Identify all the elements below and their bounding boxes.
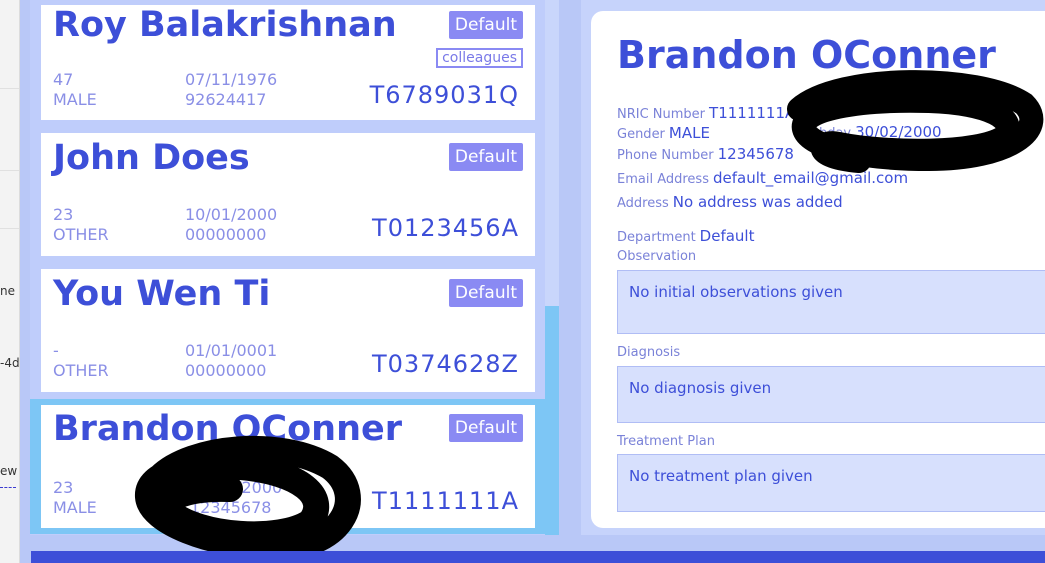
- patient-birthday: 07/11/1976: [185, 70, 278, 89]
- gender-value: MALE: [668, 124, 710, 142]
- redaction-scribble: [787, 70, 1044, 173]
- phone-label: Phone Number: [617, 148, 714, 163]
- detail-panel: Brandon OConner NRIC Number T1111111A Gen…: [581, 0, 1045, 535]
- dashed-link-underline: [0, 487, 16, 488]
- patient-name: You Wen Ti: [53, 274, 271, 314]
- observation-field[interactable]: No initial observations given: [617, 270, 1045, 334]
- patient-age: 23: [53, 478, 74, 497]
- scrollbar-thumb[interactable]: [545, 306, 559, 535]
- department-button[interactable]: Default: [448, 414, 523, 442]
- patient-gender: MALE: [53, 90, 97, 109]
- patient-detail-card: Brandon OConner NRIC Number T1111111A Gen…: [591, 11, 1045, 528]
- patient-name: John Does: [53, 138, 250, 178]
- app-window: Roy Balakrishnan Default colleagues 47 M…: [20, 0, 1045, 563]
- patient-birthday: 10/01/2000: [185, 205, 278, 224]
- patient-age: 23: [53, 205, 74, 224]
- background-text: -4d: [0, 356, 20, 370]
- patient-card[interactable]: Roy Balakrishnan Default colleagues 47 M…: [41, 5, 535, 120]
- patient-name: Roy Balakrishnan: [53, 5, 397, 45]
- address-value: No address was added: [672, 193, 843, 211]
- gender-row: Gender MALE: [617, 123, 710, 142]
- phone-row: Phone Number 12345678: [617, 144, 794, 163]
- nric-row: NRIC Number T1111111A: [617, 103, 795, 122]
- patient-gender: OTHER: [53, 225, 109, 244]
- department-value: Default: [699, 227, 755, 245]
- patient-card-selected[interactable]: Brandon OConner Default 23 MALE 29/02/20…: [30, 399, 545, 557]
- patient-card[interactable]: You Wen Ti Default - OTHER 01/01/0001 00…: [41, 269, 535, 392]
- patient-card[interactable]: John Does Default 23 OTHER 10/01/2000 00…: [41, 133, 535, 256]
- diagnosis-field[interactable]: No diagnosis given: [617, 366, 1045, 423]
- department-button[interactable]: Default: [448, 143, 523, 171]
- observation-label: Observation: [617, 249, 697, 264]
- divider: [0, 170, 19, 171]
- diagnosis-label: Diagnosis: [617, 345, 681, 360]
- address-row: Address No address was added: [617, 192, 843, 211]
- patient-phone: 00000000: [185, 361, 267, 380]
- patient-nric: T1111111A: [372, 487, 519, 515]
- status-bar: [31, 551, 1045, 563]
- address-label: Address: [617, 196, 669, 211]
- gender-label: Gender: [617, 127, 665, 142]
- background-text: ne c: [0, 284, 19, 298]
- redaction-scribble: [135, 435, 361, 557]
- patient-nric: T0374628Z: [372, 350, 519, 378]
- background-window: ne c -4d ew: [0, 0, 20, 563]
- divider: [0, 88, 19, 89]
- treatment-plan-field[interactable]: No treatment plan given: [617, 454, 1045, 512]
- patient-gender: MALE: [53, 498, 97, 517]
- treatment-plan-label: Treatment Plan: [617, 434, 715, 449]
- email-label: Email Address: [617, 172, 709, 187]
- nric-label: NRIC Number: [617, 107, 706, 122]
- patient-nric: T0123456A: [372, 214, 519, 242]
- patient-gender: OTHER: [53, 361, 109, 380]
- department-button[interactable]: Default: [448, 279, 523, 307]
- patient-phone: 00000000: [185, 225, 267, 244]
- department-button[interactable]: Default: [448, 11, 523, 39]
- patient-list[interactable]: Roy Balakrishnan Default colleagues 47 M…: [30, 0, 555, 557]
- department-row: Department Default: [617, 226, 754, 245]
- patient-age: 47: [53, 70, 74, 89]
- background-text: ew: [0, 464, 18, 478]
- department-label: Department: [617, 230, 696, 245]
- patient-nric: T6789031Q: [369, 81, 519, 109]
- divider: [0, 228, 19, 229]
- patient-birthday: 01/01/0001: [185, 341, 278, 360]
- patient-age: -: [53, 341, 59, 360]
- tag-label: colleagues: [436, 48, 523, 68]
- patient-phone: 92624417: [185, 90, 267, 109]
